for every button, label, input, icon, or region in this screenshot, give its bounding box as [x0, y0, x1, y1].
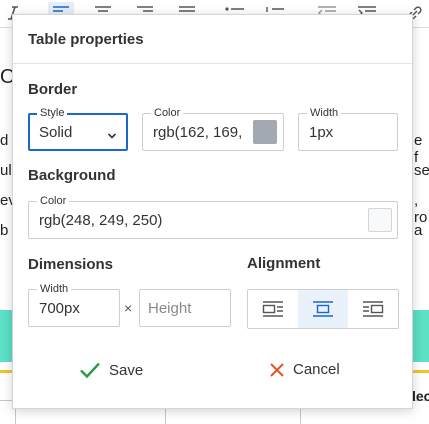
border-style-label: Style: [37, 107, 68, 119]
border-color-swatch[interactable]: [253, 120, 277, 144]
align-right-icon[interactable]: [348, 290, 398, 328]
dimensions-section-heading: Dimensions: [28, 256, 114, 273]
alignment-section-heading: Alignment: [247, 255, 321, 272]
border-section-heading: Border: [28, 81, 78, 98]
border-style-value: Solid: [39, 124, 73, 141]
table-height-field[interactable]: Height: [139, 289, 231, 327]
align-center-icon[interactable]: [298, 290, 348, 328]
border-width-label: Width: [307, 107, 342, 119]
border-color-field[interactable]: Color rgb(162, 169, 177): [142, 107, 284, 151]
table-alignment-toolbar: [247, 289, 399, 329]
table-properties-dialog: Table properties Border Style Solid Colo…: [12, 14, 413, 409]
table-width-label: Width: [37, 283, 72, 295]
document-text-fragment: ul: [0, 162, 12, 179]
document-text-fragment: se: [414, 162, 429, 179]
table-accent-line: [0, 370, 12, 373]
table-width-value: 700px: [39, 300, 80, 317]
border-style-select[interactable]: Style Solid: [28, 107, 128, 151]
table-header-band: [0, 310, 12, 362]
document-text-fragment: , ro: [414, 192, 428, 226]
dialog-title: Table properties: [28, 31, 144, 48]
border-width-field[interactable]: Width 1px: [298, 107, 398, 151]
background-section-heading: Background: [28, 167, 116, 184]
save-button[interactable]: Save: [79, 361, 143, 379]
dimension-separator: ×: [124, 300, 133, 316]
document-text-fragment: a: [414, 222, 423, 239]
background-color-value: rgb(248, 249, 250): [39, 212, 163, 229]
document-text-fragment: e f: [414, 132, 423, 166]
background-color-field[interactable]: Color rgb(248, 249, 250): [28, 195, 398, 239]
close-icon: [270, 362, 284, 377]
chevron-down-icon: [107, 127, 117, 145]
background-color-swatch[interactable]: [368, 208, 392, 232]
dialog-divider: [13, 63, 412, 64]
cancel-button[interactable]: Cancel: [269, 361, 340, 378]
border-color-label: Color: [151, 107, 184, 119]
table-accent-line: [413, 370, 429, 373]
document-text-fragment: lec: [412, 388, 429, 404]
table-width-field[interactable]: Width 700px: [28, 283, 120, 327]
document-text-fragment: b: [0, 222, 9, 239]
table-height-placeholder: Height: [148, 300, 192, 317]
document-text-fragment: d: [0, 132, 9, 149]
save-label: Save: [109, 361, 144, 379]
cancel-label: Cancel: [293, 361, 340, 378]
checkmark-icon: [80, 362, 100, 379]
background-color-label: Color: [37, 195, 70, 207]
align-left-icon[interactable]: [248, 290, 298, 328]
table-header-band: [413, 310, 429, 362]
border-color-value: rgb(162, 169, 177): [153, 124, 245, 141]
border-width-value: 1px: [309, 124, 334, 141]
